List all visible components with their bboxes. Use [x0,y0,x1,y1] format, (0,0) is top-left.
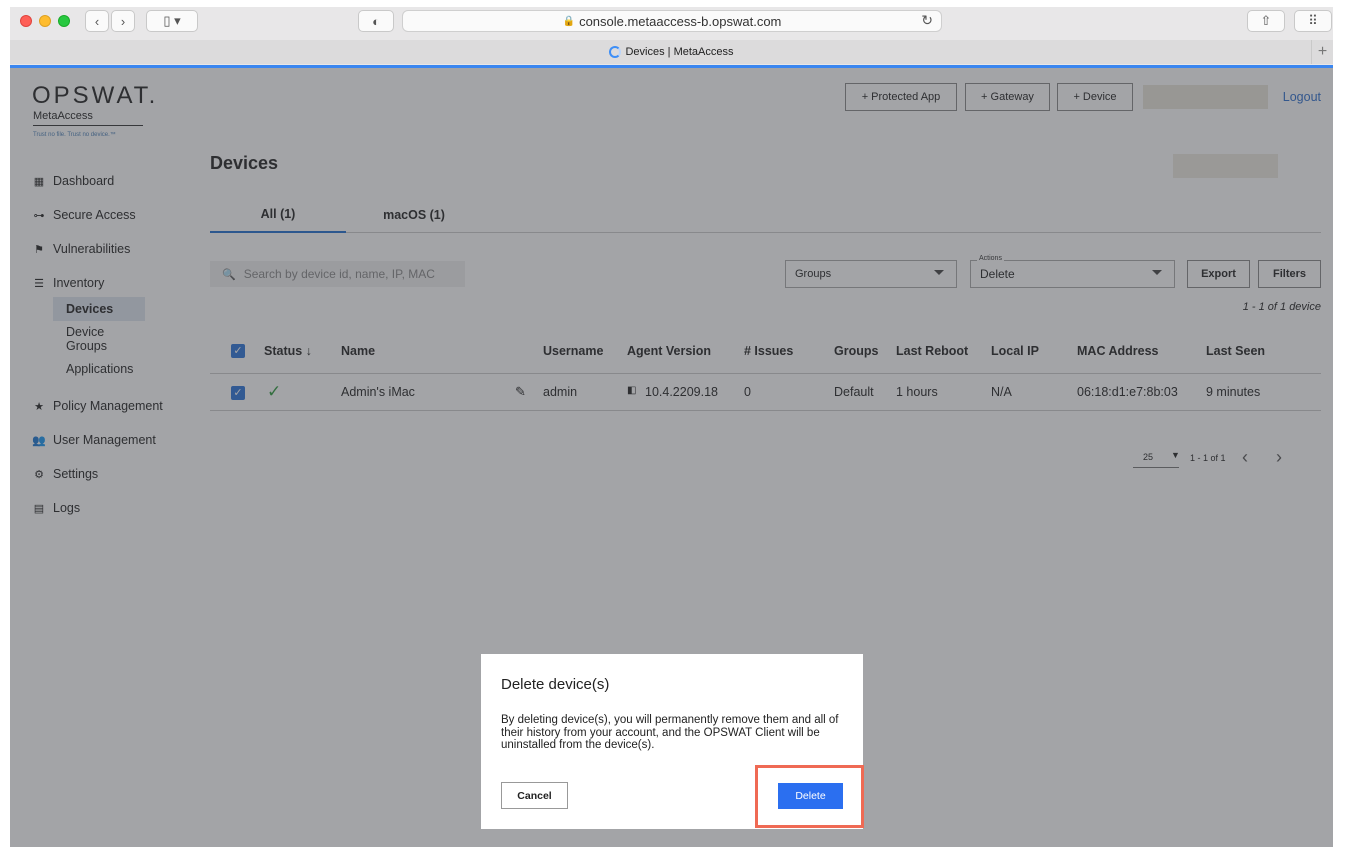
shield-icon: ◐ [372,13,380,29]
browser-chrome: ‹ › ▯ ▾ ◐ 🔒 console.metaaccess-b.opswat.… [10,7,1333,67]
screen: ‹ › ▯ ▾ ◐ 🔒 console.metaaccess-b.opswat.… [0,0,1346,860]
annotation-highlight-box [755,765,864,828]
dialog-title: Delete device(s) [501,676,610,693]
tabs-overview-button[interactable]: ⠿ [1294,10,1332,32]
cancel-button[interactable]: Cancel [501,782,568,809]
grid-icon: ⠿ [1308,13,1318,28]
privacy-shield-button[interactable]: ◐ [358,10,394,32]
back-button[interactable]: ‹ [85,10,109,32]
zoom-window-button[interactable] [58,15,70,27]
tab-strip: Devices | MetaAccess + [10,40,1333,64]
forward-button[interactable]: › [111,10,135,32]
share-button[interactable]: ⇧ [1247,10,1285,32]
browser-tab-title[interactable]: Devices | MetaAccess [625,46,733,58]
reload-icon[interactable]: ↻ [921,12,933,29]
minimize-window-button[interactable] [39,15,51,27]
address-bar[interactable]: 🔒 console.metaaccess-b.opswat.com ↻ [402,10,942,32]
chevron-left-icon: ‹ [94,13,100,29]
loading-spinner-icon [609,46,622,58]
dialog-message: By deleting device(s), you will permanen… [501,714,839,751]
close-window-button[interactable] [20,15,32,27]
sidebar-toggle-button[interactable]: ▯ ▾ [146,10,198,32]
lock-icon: 🔒 [562,15,576,27]
url-text: console.metaaccess-b.opswat.com [579,13,782,29]
share-icon: ⇧ [1260,13,1272,28]
sidebar-icon: ▯ ▾ [163,13,181,28]
chevron-right-icon: › [120,13,126,29]
new-tab-button[interactable]: + [1311,40,1333,64]
